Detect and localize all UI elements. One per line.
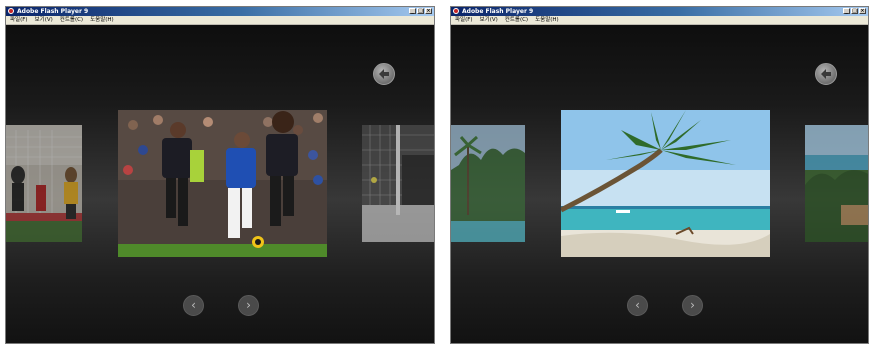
chevron-right-icon: ›: [246, 298, 251, 312]
gallery-photo-current[interactable]: [118, 110, 327, 257]
menu-bar: 파일(F) 보기(V) 컨트롤(C) 도움말(H): [451, 16, 868, 25]
previous-button[interactable]: ‹: [183, 295, 204, 316]
menu-file[interactable]: 파일(F): [10, 16, 28, 24]
back-button[interactable]: [373, 63, 395, 85]
chevron-left-icon: ‹: [635, 298, 640, 312]
next-button[interactable]: ›: [238, 295, 259, 316]
gallery-photo-previous[interactable]: [451, 125, 525, 242]
minimize-button[interactable]: _: [409, 8, 416, 14]
menu-control[interactable]: 컨트롤(C): [60, 16, 83, 24]
next-button[interactable]: ›: [682, 295, 703, 316]
close-button[interactable]: ×: [425, 8, 432, 14]
close-button[interactable]: ×: [859, 8, 866, 14]
minimize-button[interactable]: _: [843, 8, 850, 14]
title-bar: Adobe Flash Player 9 _ □ ×: [451, 7, 868, 16]
flash-player-window-beach: Adobe Flash Player 9 _ □ × 파일(F) 보기(V) 컨…: [450, 6, 869, 344]
flash-player-icon: [8, 8, 14, 14]
chevron-right-icon: ›: [690, 298, 695, 312]
menu-file[interactable]: 파일(F): [455, 16, 473, 24]
maximize-button[interactable]: □: [417, 8, 424, 14]
gallery-stage: ‹ ›: [451, 25, 868, 343]
gallery-photo-current[interactable]: [561, 110, 770, 257]
menu-bar: 파일(F) 보기(V) 컨트롤(C) 도움말(H): [6, 16, 434, 25]
menu-help[interactable]: 도움말(H): [90, 16, 114, 24]
title-bar: Adobe Flash Player 9 _ □ ×: [6, 7, 434, 16]
window-title: Adobe Flash Player 9: [17, 8, 89, 15]
back-arrow-icon: [379, 69, 389, 79]
gallery-photo-next[interactable]: [362, 125, 434, 242]
window-title: Adobe Flash Player 9: [462, 8, 534, 15]
menu-control[interactable]: 컨트롤(C): [505, 16, 528, 24]
flash-player-icon: [453, 8, 459, 14]
gallery-photo-previous[interactable]: [6, 125, 82, 242]
flash-player-window-soccer: Adobe Flash Player 9 _ □ × 파일(F) 보기(V) 컨…: [5, 6, 435, 344]
menu-view[interactable]: 보기(V): [35, 16, 53, 24]
maximize-button[interactable]: □: [851, 8, 858, 14]
chevron-left-icon: ‹: [191, 298, 196, 312]
gallery-stage: ‹ ›: [6, 25, 434, 343]
back-arrow-icon: [821, 69, 831, 79]
menu-help[interactable]: 도움말(H): [535, 16, 559, 24]
back-button[interactable]: [815, 63, 837, 85]
previous-button[interactable]: ‹: [627, 295, 648, 316]
gallery-photo-next[interactable]: [805, 125, 868, 242]
menu-view[interactable]: 보기(V): [480, 16, 498, 24]
